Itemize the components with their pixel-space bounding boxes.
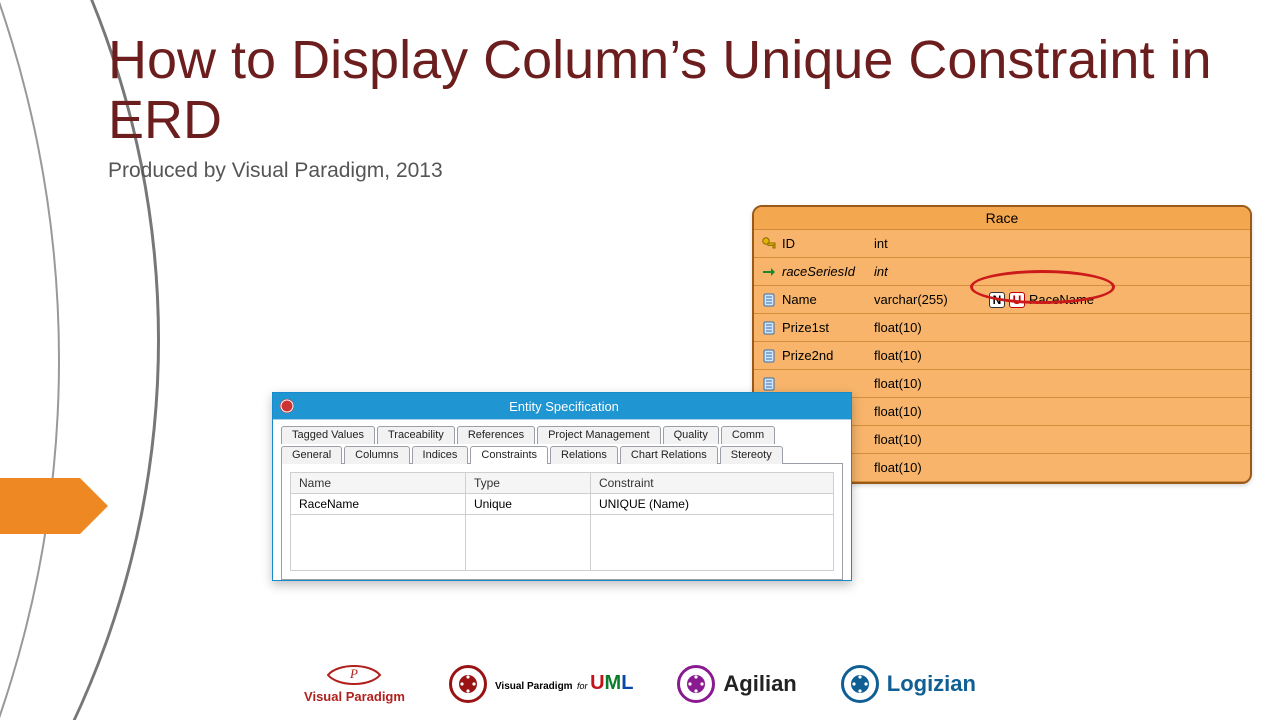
dialog-title: Entity Specification — [301, 399, 851, 414]
logo-label: Visual Paradigm — [304, 689, 405, 704]
badge-u-icon: U — [1009, 292, 1025, 308]
table-filler-row — [291, 515, 834, 571]
column-name: Prize1st — [782, 320, 874, 335]
table-header-row: NameTypeConstraint — [291, 473, 834, 494]
logo-label: Visual Paradigm for UML — [495, 672, 633, 695]
column-name: Name — [782, 292, 874, 307]
column-extra: NU RaceName — [989, 292, 1094, 308]
decorative-arrow — [0, 478, 80, 534]
column-type: float(10) — [874, 460, 989, 475]
tab-references[interactable]: References — [457, 426, 535, 444]
tab-comm[interactable]: Comm — [721, 426, 775, 444]
tabs-row-top: Tagged ValuesTraceabilityReferencesProje… — [281, 426, 843, 444]
column-type: int — [874, 264, 989, 279]
logizian-mark-icon — [841, 665, 879, 703]
column-type: float(10) — [874, 320, 989, 335]
uml-mark-icon — [449, 665, 487, 703]
column-type: float(10) — [874, 348, 989, 363]
tab-traceability[interactable]: Traceability — [377, 426, 455, 444]
tab-columns[interactable]: Columns — [344, 446, 409, 464]
column-type: float(10) — [874, 376, 989, 391]
logo-vp-uml: Visual Paradigm for UML — [449, 665, 633, 703]
badge-n-icon: N — [989, 292, 1005, 308]
tab-quality[interactable]: Quality — [663, 426, 719, 444]
tab-panel-constraints: NameTypeConstraint RaceNameUniqueUNIQUE … — [281, 463, 843, 580]
tab-chart-relations[interactable]: Chart Relations — [620, 446, 718, 464]
cell-name[interactable]: RaceName — [291, 494, 466, 515]
dialog-titlebar[interactable]: Entity Specification — [273, 393, 851, 419]
agilian-mark-icon — [677, 665, 715, 703]
constraint-name: RaceName — [1029, 292, 1094, 307]
erd-column-row[interactable]: Prize1stfloat(10) — [754, 314, 1250, 342]
erd-column-row[interactable]: IDint — [754, 230, 1250, 258]
tab-tagged-values[interactable]: Tagged Values — [281, 426, 375, 444]
column-icon — [760, 375, 778, 393]
erd-entity-name: Race — [754, 207, 1250, 230]
tabs-row-bottom: GeneralColumnsIndicesConstraintsRelation… — [281, 446, 843, 464]
cell-constraint[interactable]: UNIQUE (Name) — [590, 494, 833, 515]
erd-column-row[interactable]: Prize2ndfloat(10) — [754, 342, 1250, 370]
tab-general[interactable]: General — [281, 446, 342, 464]
tab-relations[interactable]: Relations — [550, 446, 618, 464]
erd-column-row[interactable]: Namevarchar(255)NU RaceName — [754, 286, 1250, 314]
cell-type[interactable]: Unique — [465, 494, 590, 515]
app-icon — [279, 398, 295, 414]
column-type: varchar(255) — [874, 292, 989, 307]
dialog-body: Tagged ValuesTraceabilityReferencesProje… — [273, 419, 851, 580]
column-type: float(10) — [874, 432, 989, 447]
column-name: Prize2nd — [782, 348, 874, 363]
logo-logizian: Logizian — [841, 665, 976, 703]
vp-eye-icon: P — [326, 663, 382, 687]
entity-specification-dialog[interactable]: Entity Specification Tagged ValuesTracea… — [272, 392, 852, 581]
slide: How to Display Column’s Unique Constrain… — [0, 0, 1280, 720]
slide-subtitle: Produced by Visual Paradigm, 2013 — [108, 159, 1240, 183]
column-type: float(10) — [874, 404, 989, 419]
logos-row: P Visual Paradigm Visual Paradigm for UM… — [0, 663, 1280, 704]
column-icon — [760, 319, 778, 337]
foreign-key-icon — [760, 263, 778, 281]
column-header[interactable]: Constraint — [590, 473, 833, 494]
erd-column-row[interactable]: raceSeriesIdint — [754, 258, 1250, 286]
title-block: How to Display Column’s Unique Constrain… — [108, 30, 1240, 183]
logo-agilian: Agilian — [677, 665, 796, 703]
column-name: raceSeriesId — [782, 264, 874, 279]
tab-stereoty[interactable]: Stereoty — [720, 446, 783, 464]
column-header[interactable]: Name — [291, 473, 466, 494]
table-row[interactable]: RaceNameUniqueUNIQUE (Name) — [291, 494, 834, 515]
column-header[interactable]: Type — [465, 473, 590, 494]
tab-constraints[interactable]: Constraints — [470, 446, 548, 464]
logo-label: Agilian — [723, 671, 796, 697]
tab-project-management[interactable]: Project Management — [537, 426, 661, 444]
logo-visual-paradigm: P Visual Paradigm — [304, 663, 405, 704]
column-icon — [760, 291, 778, 309]
constraints-grid[interactable]: NameTypeConstraint RaceNameUniqueUNIQUE … — [290, 472, 834, 571]
column-icon — [760, 347, 778, 365]
slide-title: How to Display Column’s Unique Constrain… — [108, 30, 1240, 151]
column-name: ID — [782, 236, 874, 251]
logo-label: Logizian — [887, 671, 976, 697]
column-type: int — [874, 236, 989, 251]
tab-indices[interactable]: Indices — [412, 446, 469, 464]
key-icon — [760, 235, 778, 253]
svg-text:P: P — [349, 666, 358, 681]
